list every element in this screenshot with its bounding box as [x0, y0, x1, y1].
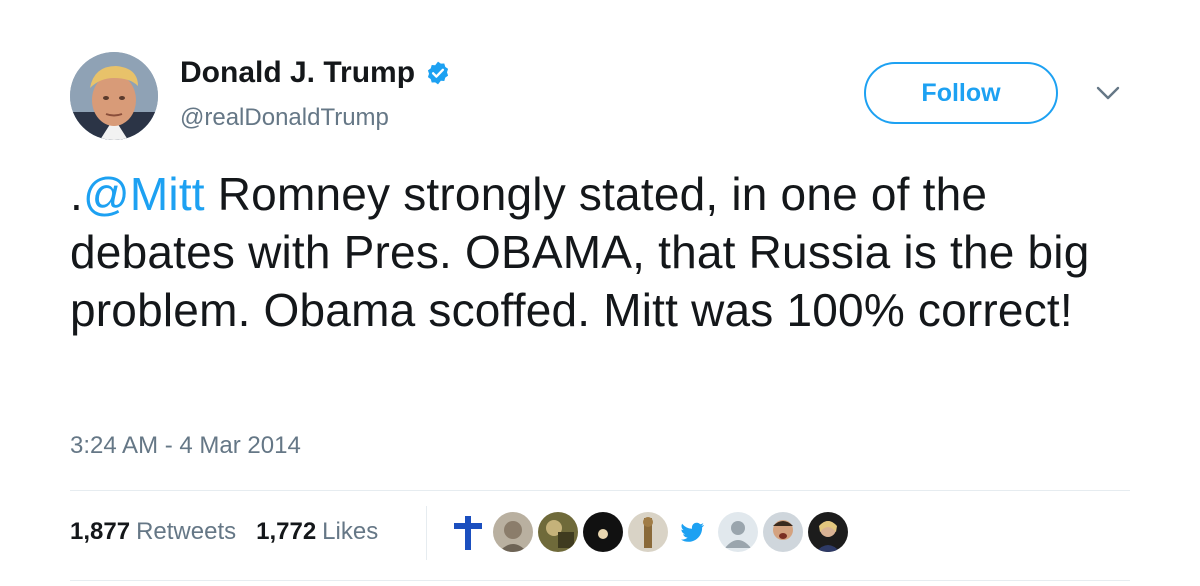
cross-icon: [448, 512, 488, 552]
retweets-label: Retweets: [136, 518, 237, 545]
chevron-down-icon[interactable]: [1094, 82, 1122, 104]
retweets-stat[interactable]: 1,877 Retweets: [70, 518, 236, 546]
retweets-count: 1,877: [70, 518, 131, 545]
liker-avatar-5[interactable]: [628, 512, 668, 552]
profile-photo: [70, 52, 158, 140]
liker-avatar-3[interactable]: [538, 512, 578, 552]
liker-avatar-4[interactable]: [583, 512, 623, 552]
author-name-row: Donald J. Trump: [180, 56, 451, 90]
likes-count: 1,772: [256, 518, 317, 545]
liker-avatar-9[interactable]: [808, 512, 848, 552]
author-display-name[interactable]: Donald J. Trump: [180, 56, 415, 90]
likes-label: Likes: [322, 518, 379, 545]
liker-avatar-6[interactable]: [673, 512, 713, 552]
liker-avatar-2[interactable]: [493, 512, 533, 552]
author-handle[interactable]: @realDonaldTrump: [180, 104, 389, 132]
avatar-photo: [628, 512, 668, 552]
avatar-photo: [763, 512, 803, 552]
avatar-photo: [538, 512, 578, 552]
avatar-photo: [493, 512, 533, 552]
avatar-photo: [808, 512, 848, 552]
divider: [70, 580, 1130, 581]
tweet-text-prefix: .: [70, 168, 83, 220]
avatar-photo: [583, 512, 623, 552]
liker-avatars: [448, 512, 853, 552]
verified-badge-icon: [427, 61, 449, 85]
tweet-card: Donald J. Trump @realDonaldTrump Follow …: [0, 0, 1200, 586]
tweet-stats: 1,877 Retweets 1,772 Likes: [70, 518, 398, 546]
tweet-timestamp[interactable]: 3:24 AM - 4 Mar 2014: [70, 432, 301, 460]
twitter-bird-icon: [673, 512, 713, 552]
liker-avatar-1[interactable]: [448, 512, 488, 552]
tweet-text-body: Romney strongly stated, in one of the de…: [70, 168, 1090, 336]
liker-avatar-7[interactable]: [718, 512, 758, 552]
liker-avatar-8[interactable]: [763, 512, 803, 552]
mention-link[interactable]: @Mitt: [83, 168, 205, 220]
default-avatar-icon: [718, 512, 758, 552]
likes-stat[interactable]: 1,772 Likes: [256, 518, 378, 546]
follow-button[interactable]: Follow: [864, 62, 1058, 124]
tweet-text: .@Mitt Romney strongly stated, in one of…: [70, 165, 1150, 339]
divider: [70, 490, 1130, 491]
author-avatar[interactable]: [70, 52, 158, 140]
stats-separator: [426, 506, 427, 560]
